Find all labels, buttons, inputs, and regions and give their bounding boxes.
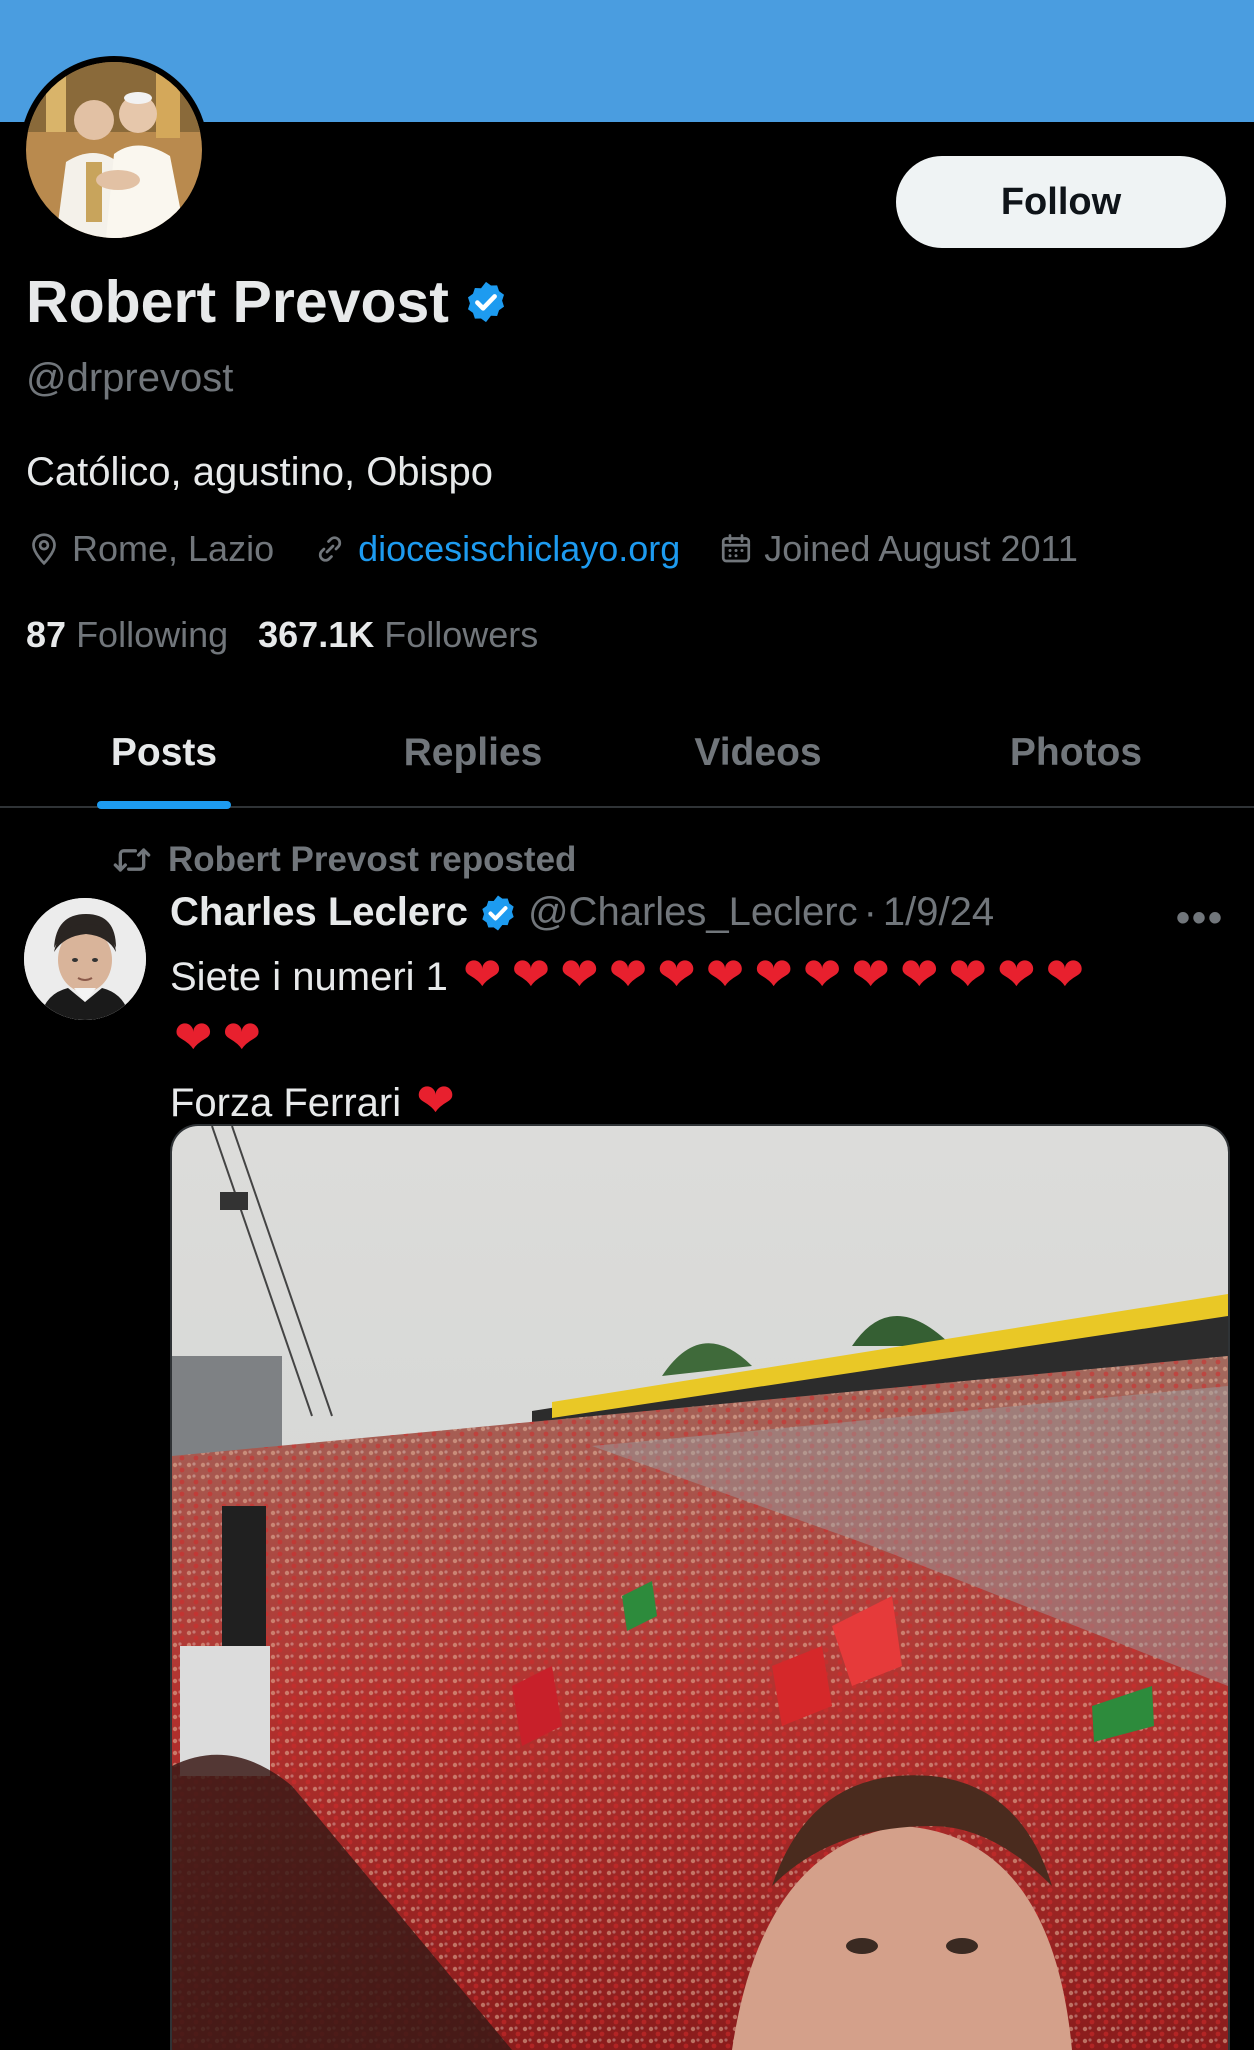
following-count: 87 [26, 614, 67, 655]
location-text: Rome, Lazio [72, 528, 275, 569]
tab-videos[interactable]: Videos [618, 700, 898, 806]
heart-row-3: ❤ [412, 1074, 461, 1126]
more-options-icon[interactable]: ••• [1176, 896, 1224, 941]
red-heart-emoji-icon: ❤ [463, 948, 502, 1000]
profile-joined: Joined August 2011 [718, 528, 1078, 570]
follow-button[interactable]: Follow [896, 156, 1226, 248]
red-heart-emoji-icon: ❤ [657, 948, 696, 1000]
red-heart-emoji-icon: ❤ [899, 948, 939, 1000]
post-author-handle[interactable]: @Charles_Leclerc [528, 890, 858, 935]
link-icon [318, 536, 342, 562]
profile-bio: Católico, agustino, Obispo [26, 450, 493, 494]
calendar-icon [722, 534, 751, 563]
profile-avatar-image [26, 62, 202, 238]
red-heart-emoji-icon: ❤ [608, 948, 648, 1000]
heart-row-1: ❤ ❤ ❤ ❤ ❤ ❤ ❤ ❤ ❤ ❤ ❤ ❤ ❤ [459, 948, 1090, 1000]
tab-replies[interactable]: Replies [328, 700, 618, 806]
post-author-name[interactable]: Charles Leclerc [170, 890, 468, 935]
active-tab-indicator [97, 801, 231, 809]
post-text-line1: Siete i numeri 1 ❤ ❤ ❤ ❤ ❤ ❤ ❤ ❤ ❤ ❤ ❤ ❤ ❤ [170, 944, 1230, 1007]
profile-counts: 87 Following 367.1K Followers [26, 614, 538, 656]
red-heart-emoji-icon: ❤ [416, 1074, 455, 1126]
red-heart-emoji-icon: ❤ [705, 948, 745, 1000]
tab-posts[interactable]: Posts [0, 700, 328, 809]
tab-photos-label: Photos [1009, 731, 1143, 774]
red-heart-emoji-icon: ❤ [222, 1011, 262, 1063]
red-heart-emoji-icon: ❤ [851, 948, 890, 1000]
repost-label: Robert Prevost reposted [168, 840, 577, 879]
profile-tabs: Posts Replies Videos Photos [0, 700, 1254, 809]
profile-avatar[interactable] [20, 56, 208, 244]
following-link[interactable]: 87 Following [26, 614, 228, 656]
map-pin-icon [32, 533, 56, 566]
followers-count: 367.1K [258, 614, 375, 655]
profile-location: Rome, Lazio [26, 528, 274, 570]
profile-handle: @drprevost [26, 356, 234, 400]
post-author-avatar[interactable] [24, 898, 146, 1020]
post-media-image[interactable] [170, 1124, 1230, 2050]
crowd-photo [172, 1126, 1228, 2050]
red-heart-emoji-icon: ❤ [1045, 948, 1085, 1000]
post-text-line3-words: Forza Ferrari [170, 1081, 402, 1125]
heart-row-2: ❤ ❤ [170, 1007, 1230, 1070]
profile-website[interactable]: diocesischiclayo.org [312, 528, 680, 570]
tab-videos-label: Videos [694, 731, 822, 774]
red-heart-emoji-icon: ❤ [560, 948, 599, 1000]
website-link[interactable]: diocesischiclayo.org [358, 528, 680, 570]
red-heart-emoji-icon: ❤ [511, 948, 551, 1000]
verified-badge-icon[interactable] [463, 279, 509, 325]
post-text-line1-words: Siete i numeri 1 [170, 955, 448, 999]
tab-replies-label: Replies [403, 731, 543, 774]
profile-name-row: Robert Prevost [26, 268, 509, 336]
profile-name: Robert Prevost [26, 269, 449, 335]
joined-text: Joined August 2011 [764, 528, 1078, 569]
red-heart-emoji-icon: ❤ [754, 948, 793, 1000]
post-text: Siete i numeri 1 ❤ ❤ ❤ ❤ ❤ ❤ ❤ ❤ ❤ ❤ ❤ ❤ ❤ ❤ ❤ Forza … [170, 944, 1230, 1133]
post-separator: · [863, 890, 877, 934]
post-date[interactable]: 1/9/24 [883, 890, 994, 935]
red-heart-emoji-icon: ❤ [174, 1011, 213, 1063]
repost-icon [113, 848, 151, 872]
red-heart-emoji-icon: ❤ [948, 948, 988, 1000]
post-header: Charles Leclerc @Charles_Leclerc · 1/9/2… [170, 890, 994, 935]
verified-badge-icon[interactable] [478, 893, 518, 933]
tab-posts-label: Posts [110, 731, 218, 774]
profile-meta: Rome, Lazio diocesischiclayo.org Joined … [26, 528, 1116, 570]
followers-link[interactable]: 367.1K Followers [258, 614, 538, 656]
followers-label: Followers [384, 614, 539, 655]
repost-indicator[interactable]: Robert Prevost reposted [112, 840, 576, 880]
red-heart-emoji-icon: ❤ [802, 948, 842, 1000]
following-label: Following [76, 614, 229, 655]
red-heart-emoji-icon: ❤ [997, 948, 1036, 1000]
post-author-avatar-image [24, 898, 146, 1020]
tab-photos[interactable]: Photos [898, 700, 1254, 806]
